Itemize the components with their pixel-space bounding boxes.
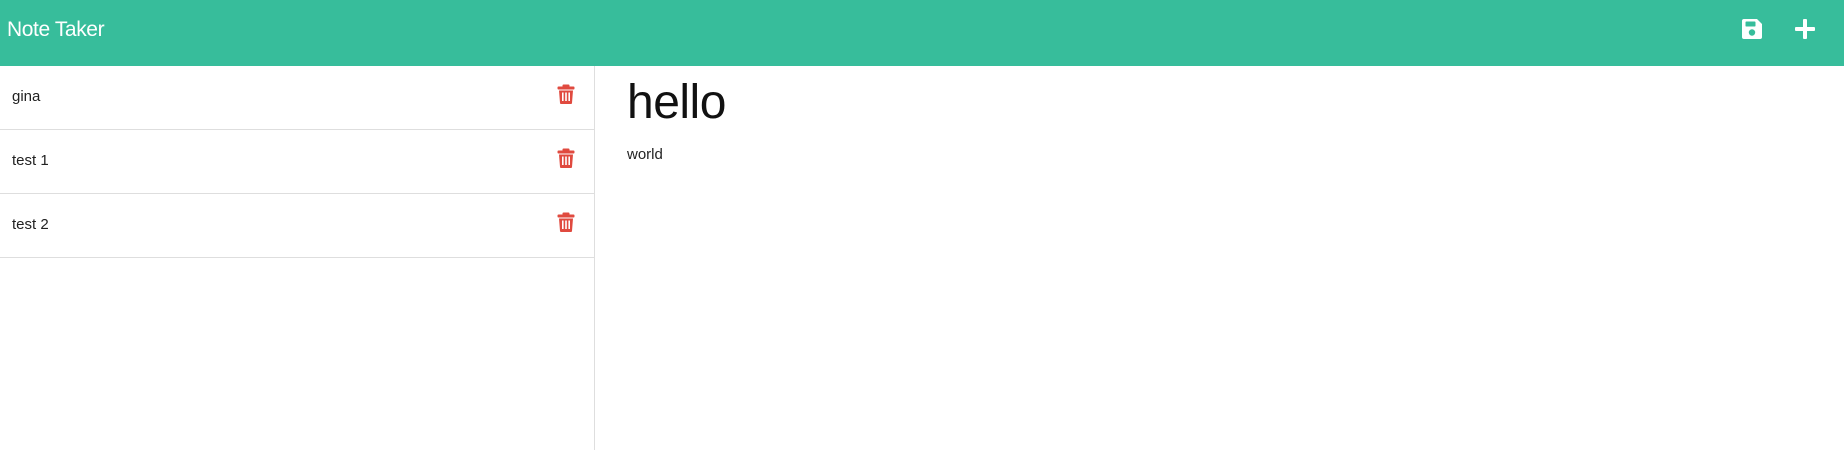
note-title: gina: [12, 88, 41, 105]
note-list: gina test 1 test 2: [0, 66, 595, 450]
plus-icon: [1793, 17, 1817, 41]
note-list-item[interactable]: test 2: [0, 194, 594, 258]
navbar: Note Taker: [0, 0, 1844, 66]
new-note-button[interactable]: [1792, 16, 1818, 42]
note-title: test 2: [12, 216, 49, 233]
trash-icon[interactable]: [557, 84, 575, 104]
trash-icon[interactable]: [557, 148, 575, 168]
note-text-area[interactable]: world: [627, 146, 663, 164]
save-icon: [1741, 18, 1763, 40]
note-list-item[interactable]: test 1: [0, 130, 594, 194]
note-list-item[interactable]: gina: [0, 66, 594, 130]
note-title: test 1: [12, 152, 49, 169]
trash-icon[interactable]: [557, 212, 575, 232]
save-note-button[interactable]: [1739, 16, 1765, 42]
app-title[interactable]: Note Taker: [7, 18, 105, 42]
note-title-input[interactable]: hello: [627, 75, 726, 131]
note-editor: hello world: [596, 66, 1844, 450]
